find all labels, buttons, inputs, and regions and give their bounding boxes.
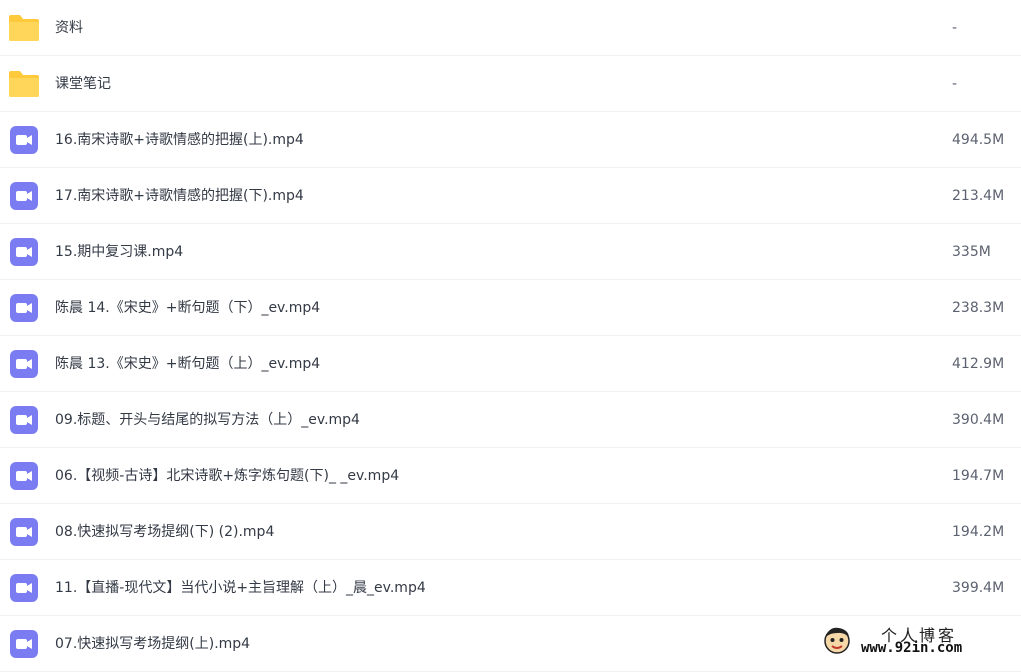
video-file-icon <box>10 238 38 266</box>
file-size: 213.4M <box>952 188 1005 204</box>
file-size: 335M <box>952 244 991 260</box>
file-name: 课堂笔记 <box>55 76 111 92</box>
file-name: 资料 <box>55 20 83 36</box>
file-size: 194.2M <box>952 524 1005 540</box>
list-item-video-5[interactable]: 陈晨 14.《宋史》+断句题（下）_ev.mp4 238.3M <box>0 280 1021 336</box>
video-file-icon <box>10 294 38 322</box>
file-name: 11.【直播-现代文】当代小说+主旨理解（上）_晨_ev.mp4 <box>55 580 426 596</box>
file-name: 陈晨 14.《宋史》+断句题（下）_ev.mp4 <box>55 300 321 316</box>
video-file-icon <box>10 630 38 658</box>
video-file-icon <box>10 406 38 434</box>
video-file-icon <box>10 574 38 602</box>
file-size: 390.4M <box>952 412 1005 428</box>
blog-watermark: 个人博客 www.92in.com <box>821 622 1011 658</box>
file-name: 陈晨 13.《宋史》+断句题（上）_ev.mp4 <box>55 356 321 372</box>
file-name: 16.南宋诗歌+诗歌情感的把握(上).mp4 <box>55 132 304 148</box>
list-item-video-9[interactable]: 08.快速拟写考场提纲(下) (2).mp4 194.2M <box>0 504 1021 560</box>
video-file-icon <box>10 462 38 490</box>
file-size: 412.9M <box>952 356 1005 372</box>
file-name: 06.【视频-古诗】北宋诗歌+炼字炼句题(下)_ _ev.mp4 <box>55 468 400 484</box>
list-item-video-7[interactable]: 09.标题、开头与结尾的拟写方法（上）_ev.mp4 390.4M <box>0 392 1021 448</box>
file-name: 15.期中复习课.mp4 <box>55 244 184 260</box>
list-item-folder-1[interactable]: 课堂笔记 - <box>0 56 1021 112</box>
video-file-icon <box>10 182 38 210</box>
file-size: - <box>952 76 958 92</box>
file-size: 494.5M <box>952 132 1005 148</box>
file-list: 资料 - 课堂笔记 - 16.南宋诗歌+诗歌情感的把握(上).mp4 494.5… <box>0 0 1021 672</box>
cartoon-face-logo-icon <box>821 624 853 656</box>
list-item-video-10[interactable]: 11.【直播-现代文】当代小说+主旨理解（上）_晨_ev.mp4 399.4M <box>0 560 1021 616</box>
file-name: 17.南宋诗歌+诗歌情感的把握(下).mp4 <box>55 188 304 204</box>
list-item-video-2[interactable]: 16.南宋诗歌+诗歌情感的把握(上).mp4 494.5M <box>0 112 1021 168</box>
list-item-video-4[interactable]: 15.期中复习课.mp4 335M <box>0 224 1021 280</box>
file-size: 238.3M <box>952 300 1005 316</box>
list-item-folder-0[interactable]: 资料 - <box>0 0 1021 56</box>
folder-icon <box>8 69 40 99</box>
list-item-video-6[interactable]: 陈晨 13.《宋史》+断句题（上）_ev.mp4 412.9M <box>0 336 1021 392</box>
file-size: 194.7M <box>952 468 1005 484</box>
file-name: 09.标题、开头与结尾的拟写方法（上）_ev.mp4 <box>55 412 360 428</box>
video-file-icon <box>10 126 38 154</box>
watermark-url: www.92in.com <box>861 640 963 656</box>
video-file-icon <box>10 518 38 546</box>
file-size: - <box>952 20 958 36</box>
file-size: 399.4M <box>952 580 1005 596</box>
list-item-video-8[interactable]: 06.【视频-古诗】北宋诗歌+炼字炼句题(下)_ _ev.mp4 194.7M <box>0 448 1021 504</box>
folder-icon <box>8 13 40 43</box>
video-file-icon <box>10 350 38 378</box>
list-item-video-3[interactable]: 17.南宋诗歌+诗歌情感的把握(下).mp4 213.4M <box>0 168 1021 224</box>
file-name: 08.快速拟写考场提纲(下) (2).mp4 <box>55 524 275 540</box>
